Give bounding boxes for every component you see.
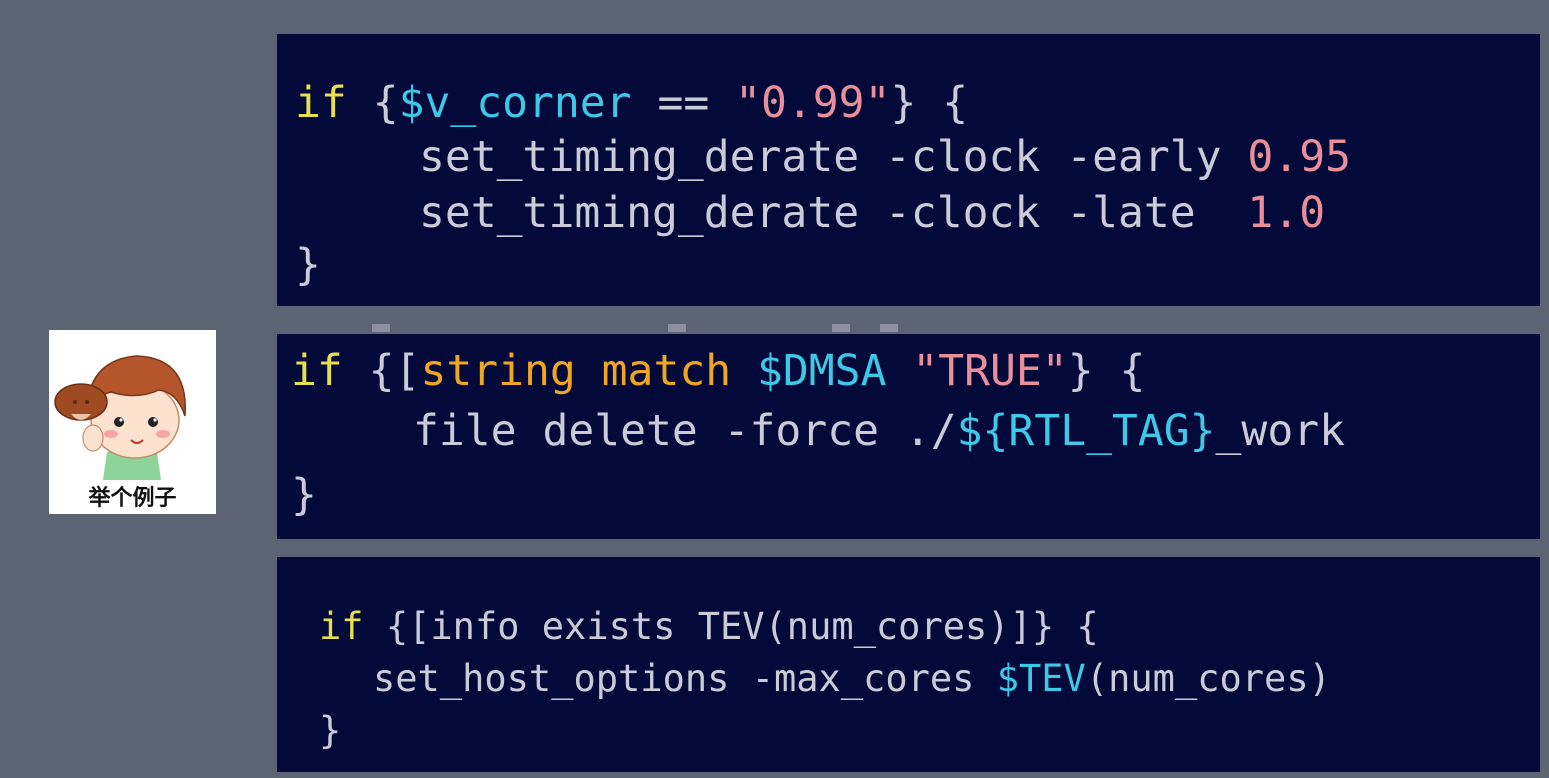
code-text: set_host_options -max_cores <box>373 657 997 700</box>
code-line: } <box>319 709 342 752</box>
avatar-caption: 举个例子 <box>88 486 177 511</box>
variable-token: ${RTL_TAG} <box>956 406 1216 456</box>
keyword-if: if <box>319 605 364 648</box>
code-line: } <box>291 470 317 520</box>
code-line: set_timing_derate -clock -early 0.95 <box>419 132 1351 182</box>
variable-token: $v_corner <box>398 78 632 128</box>
code-text: file delete -force ./ <box>413 406 957 456</box>
clipped-text-fragment <box>832 324 850 332</box>
code-text: set_timing_derate -clock -late <box>419 188 1248 238</box>
keyword-if: if <box>295 78 347 128</box>
code-punct <box>886 346 912 396</box>
code-punct: } { <box>1067 346 1146 396</box>
code-line: set_host_options -max_cores $TEV(num_cor… <box>373 657 1331 701</box>
code-punct <box>731 346 757 396</box>
code-snippet-timing-derate: if {$v_corner == "0.99"} { set_timing_de… <box>277 34 1540 306</box>
code-punct: } { <box>890 78 969 128</box>
number-literal: 0.95 <box>1247 132 1351 182</box>
code-text: _work <box>1215 406 1345 456</box>
string-literal: "TRUE" <box>912 346 1068 396</box>
code-text: {[info exists TEV(num_cores)]} { <box>363 605 1099 648</box>
code-line: if {[info exists TEV(num_cores)]} { <box>319 605 1099 649</box>
clipped-text-fragment <box>880 324 898 332</box>
code-punct: { <box>346 78 399 128</box>
code-text: (num_cores) <box>1085 657 1331 700</box>
keyword-if: if <box>291 346 343 396</box>
code-snippet-dmsa: if {[string match $DMSA "TRUE"} { file d… <box>277 334 1540 539</box>
variable-token: $TEV <box>996 657 1086 700</box>
code-line: if {[string match $DMSA "TRUE"} { <box>291 346 1145 396</box>
variable-token: $DMSA <box>757 346 887 396</box>
code-punct: == <box>631 78 736 128</box>
clipped-text-fragment <box>668 324 686 332</box>
avatar-card: 举个例子 <box>49 330 216 514</box>
string-literal: "0.99" <box>735 78 891 128</box>
code-line: if {$v_corner == "0.99"} { <box>295 78 968 128</box>
code-snippet-host-options: if {[info exists TEV(num_cores)]} { set_… <box>277 557 1540 772</box>
code-text: set_timing_derate -clock -early <box>419 132 1248 182</box>
code-line: set_timing_derate -clock -late 1.0 <box>419 188 1325 238</box>
command-token: string match <box>420 346 732 396</box>
code-line: file delete -force ./${RTL_TAG}_work <box>413 406 1345 456</box>
clipped-text-fragment <box>372 324 390 332</box>
code-line: } <box>295 240 321 290</box>
number-literal: 1.0 <box>1247 188 1326 238</box>
code-punct: {[ <box>342 346 421 396</box>
